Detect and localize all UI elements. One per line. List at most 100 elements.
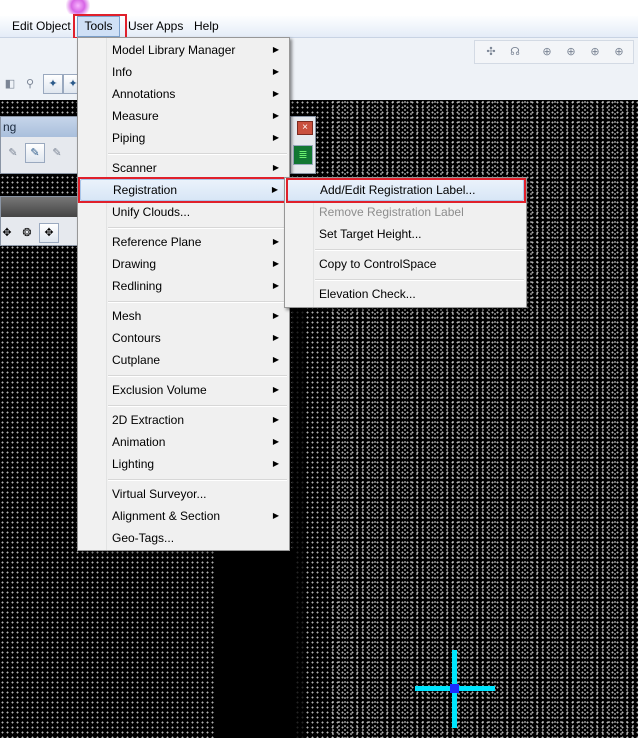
menu-separator <box>108 153 287 155</box>
menu-item-measure[interactable]: Measure ▶ <box>80 105 287 127</box>
menu-item-cutplane[interactable]: Cutplane ▶ <box>80 349 287 371</box>
menu-item-label: Mesh <box>112 309 142 323</box>
submenu-arrow-icon: ▶ <box>272 415 279 424</box>
right-toolbar: ✣ ☊ ⊕ ⊕ ⊕ ⊕ <box>474 40 634 64</box>
tool-panel-icon[interactable]: ✎ <box>47 143 67 163</box>
toolbar-tool-icon[interactable]: ⚲ <box>20 74 40 94</box>
menu-item-contours[interactable]: Contours ▶ <box>80 327 287 349</box>
menu-item-scanner[interactable]: Scanner ▶ <box>80 157 287 179</box>
menu-item-label: Cutplane <box>112 353 161 367</box>
menu-item-label: Remove Registration Label <box>319 205 464 219</box>
menu-separator <box>108 375 287 377</box>
menu-item-label: Unify Clouds... <box>112 205 191 219</box>
menu-item-add-edit-registration-label[interactable]: Add/Edit Registration Label... <box>287 179 524 201</box>
menu-item-redlining[interactable]: Redlining ▶ <box>80 275 287 297</box>
menu-item-label: Lighting <box>112 457 155 471</box>
menu-item-label: Registration <box>113 183 178 197</box>
close-icon[interactable]: × <box>297 121 313 135</box>
menu-item-label: Reference Plane <box>112 235 202 249</box>
menu-item-label: Measure <box>112 109 159 123</box>
zoom-icon[interactable]: ⊕ <box>585 42 605 62</box>
navigation-panel-caption <box>1 197 79 217</box>
submenu-arrow-icon: ▶ <box>272 385 279 394</box>
target-icon[interactable]: ☊ <box>505 42 525 62</box>
point-cloud-void <box>215 550 295 738</box>
submenu-arrow-icon: ▶ <box>272 67 279 76</box>
submenu-arrow-icon: ▶ <box>272 163 279 172</box>
menu-separator <box>108 405 287 407</box>
menu-tools[interactable]: Tools <box>77 16 120 37</box>
title-accent <box>66 0 90 14</box>
tool-panel: ng ✎ ✎ ✎ <box>0 116 80 174</box>
tool-panel-right: × ≣ <box>290 116 316 174</box>
menu-separator <box>108 301 287 303</box>
menu-item-registration[interactable]: Registration ▶ <box>80 179 287 201</box>
menu-user-apps[interactable]: User Apps <box>123 16 188 37</box>
submenu-arrow-icon: ▶ <box>271 185 278 194</box>
menu-item-label: Model Library Manager <box>112 43 236 57</box>
menu-item-label: Contours <box>112 331 161 345</box>
menu-item-mesh[interactable]: Mesh ▶ <box>80 305 287 327</box>
menu-item-label: Annotations <box>112 87 176 101</box>
submenu-arrow-icon: ▶ <box>272 459 279 468</box>
menu-item-virtual-surveyor[interactable]: Virtual Surveyor... <box>80 483 287 505</box>
menu-item-set-target-height[interactable]: Set Target Height... <box>287 223 524 245</box>
menu-item-label: Redlining <box>112 279 163 293</box>
menu-item-label: Piping <box>112 131 146 145</box>
menu-item-geo-tags[interactable]: Geo-Tags... <box>80 527 287 549</box>
submenu-arrow-icon: ▶ <box>272 281 279 290</box>
menu-separator <box>315 279 524 281</box>
menu-item-label: Add/Edit Registration Label... <box>320 183 476 197</box>
tool-panel-caption: ng <box>1 117 79 137</box>
menu-edit-object[interactable]: Edit Object <box>7 16 76 37</box>
menu-item-drawing[interactable]: Drawing ▶ <box>80 253 287 275</box>
menu-item-alignment-section[interactable]: Alignment & Section ▶ <box>80 505 287 527</box>
zoom-icon[interactable]: ⊕ <box>537 42 557 62</box>
submenu-arrow-icon: ▶ <box>272 355 279 364</box>
submenu-arrow-icon: ▶ <box>272 311 279 320</box>
tool-panel-icon[interactable]: ✎ <box>25 143 45 163</box>
menu-item-model-library-manager[interactable]: Model Library Manager ▶ <box>80 39 287 61</box>
menu-item-reference-plane[interactable]: Reference Plane ▶ <box>80 231 287 253</box>
menu-item-label: Info <box>112 65 133 79</box>
tools-menu: Model Library Manager ▶ Info ▶ Annotations… <box>77 37 290 551</box>
menu-help[interactable]: Help <box>189 16 224 37</box>
window-title-strip <box>0 0 638 16</box>
submenu-arrow-icon: ▶ <box>272 333 279 342</box>
menu-separator <box>315 249 524 251</box>
submenu-arrow-icon: ▶ <box>272 45 279 54</box>
orbit-icon[interactable]: ❂ <box>17 223 37 243</box>
menu-bar: Edit Object Tools User Apps Help <box>0 16 638 38</box>
menu-separator <box>108 227 287 229</box>
menu-item-info[interactable]: Info ▶ <box>80 61 287 83</box>
submenu-arrow-icon: ▶ <box>272 259 279 268</box>
zoom-icon[interactable]: ⊕ <box>561 42 581 62</box>
menu-item-2d-extraction[interactable]: 2D Extraction ▶ <box>80 409 287 431</box>
submenu-arrow-icon: ▶ <box>272 89 279 98</box>
registration-submenu: Add/Edit Registration Label... Remove Re… <box>284 177 527 308</box>
menu-item-label: Virtual Surveyor... <box>112 487 207 501</box>
menu-item-piping[interactable]: Piping ▶ <box>80 127 287 149</box>
menu-item-remove-registration-label: Remove Registration Label <box>287 201 524 223</box>
tool-panel-icon[interactable]: ✎ <box>3 143 23 163</box>
menu-item-elevation-check[interactable]: Elevation Check... <box>287 283 524 305</box>
grid-icon[interactable]: ≣ <box>293 145 313 165</box>
toolbar-pin-icon[interactable]: ✦ <box>43 74 63 94</box>
menu-item-animation[interactable]: Animation ▶ <box>80 431 287 453</box>
menu-item-label: Animation <box>112 435 166 449</box>
menu-item-label: 2D Extraction <box>112 413 185 427</box>
zoom-icon[interactable]: ⊕ <box>609 42 629 62</box>
menu-item-copy-to-controlspace[interactable]: Copy to ControlSpace <box>287 253 524 275</box>
menu-item-label: Geo-Tags... <box>112 531 175 545</box>
menu-item-lighting[interactable]: Lighting ▶ <box>80 453 287 475</box>
menu-item-label: Scanner <box>112 161 157 175</box>
menu-item-exclusion-volume[interactable]: Exclusion Volume ▶ <box>80 379 287 401</box>
toolbar-tool-icon[interactable]: ◧ <box>0 74 20 94</box>
menu-item-annotations[interactable]: Annotations ▶ <box>80 83 287 105</box>
move-icon[interactable]: ✥ <box>0 223 17 243</box>
menu-item-unify-clouds[interactable]: Unify Clouds... <box>80 201 287 223</box>
pan-icon[interactable]: ✥ <box>39 223 59 243</box>
submenu-arrow-icon: ▶ <box>272 133 279 142</box>
satellite-icon[interactable]: ✣ <box>481 42 501 62</box>
crosshair-center-icon[interactable] <box>450 684 459 693</box>
